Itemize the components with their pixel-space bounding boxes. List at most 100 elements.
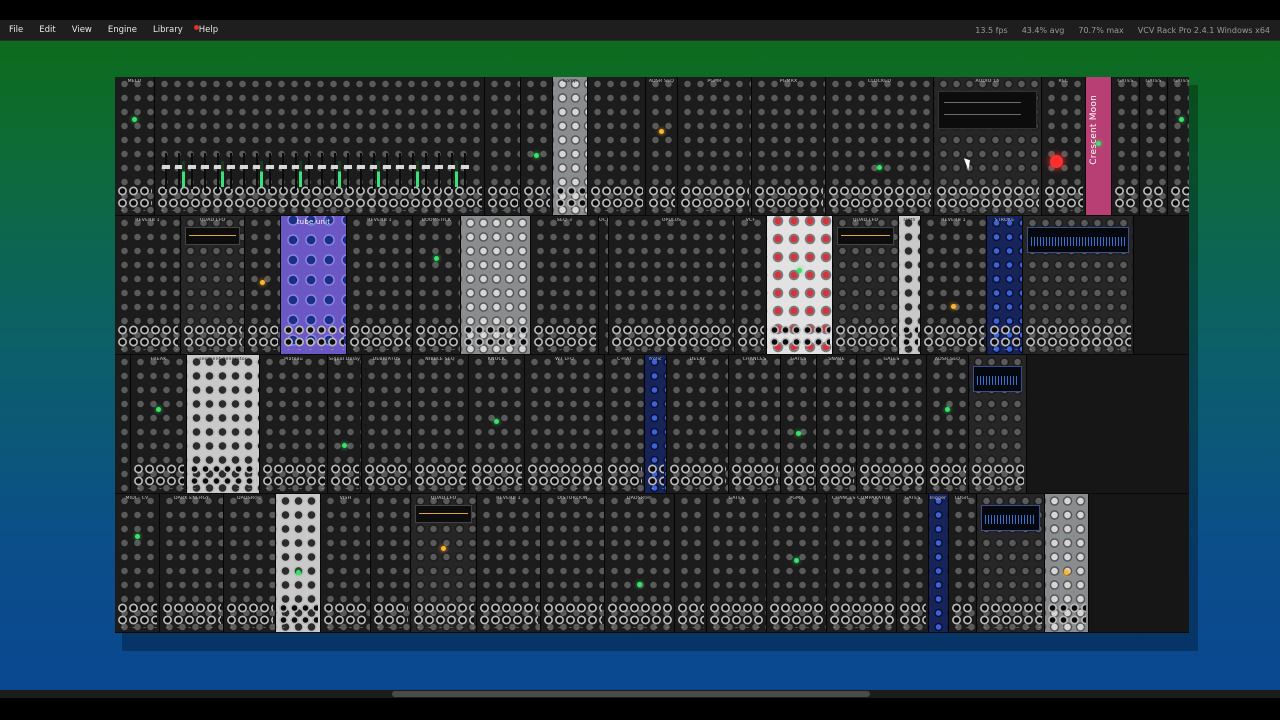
- jack-panel[interactable]: [262, 463, 325, 489]
- rack-module[interactable]: ADSR SEQ: [646, 77, 678, 215]
- jack-panel[interactable]: [769, 602, 824, 628]
- jack-panel[interactable]: [677, 602, 704, 628]
- jack-panel[interactable]: [971, 463, 1024, 489]
- rack-module[interactable]: segment generator: [187, 355, 260, 493]
- rack-module[interactable]: [276, 494, 321, 632]
- menu-help[interactable]: Help: [191, 20, 226, 41]
- rack-module[interactable]: DARK ENERGY: [160, 494, 224, 632]
- jack-panel[interactable]: [117, 602, 157, 628]
- jack-panel[interactable]: [463, 324, 528, 350]
- jack-panel[interactable]: [783, 463, 814, 489]
- jack-panel[interactable]: [989, 324, 1020, 350]
- rack-module[interactable]: C-HAT: [605, 355, 645, 493]
- jack-panel[interactable]: [647, 463, 664, 489]
- rack-module[interactable]: Plateau: [260, 355, 328, 493]
- jack-panel[interactable]: [731, 463, 778, 489]
- jack-panel[interactable]: [479, 602, 538, 628]
- rack-module[interactable]: QUAD LFO: [833, 216, 899, 354]
- jack-panel[interactable]: [979, 602, 1042, 628]
- rack-module[interactable]: QUAD LFO: [181, 216, 245, 354]
- jack-panel[interactable]: [527, 463, 602, 489]
- rack-module[interactable]: [485, 77, 521, 215]
- rack-module[interactable]: SNARE: [817, 355, 857, 493]
- jack-panel[interactable]: [709, 602, 764, 628]
- rack-module[interactable]: ADSR SEQ: [927, 355, 969, 493]
- rack-module[interactable]: CHANCES COMPARATOR: [827, 494, 897, 632]
- rack-module[interactable]: WT LFO: [525, 355, 605, 493]
- channel-fader[interactable]: [305, 153, 313, 189]
- rack-module[interactable]: LOGIC: [949, 494, 977, 632]
- rack-module[interactable]: CLOCKED: [826, 77, 934, 215]
- channel-fader[interactable]: [396, 153, 404, 189]
- rack-module[interactable]: MIDI - CV: [115, 494, 160, 632]
- jack-panel[interactable]: [133, 463, 184, 489]
- rack-module[interactable]: [115, 355, 131, 493]
- jack-panel[interactable]: [413, 602, 474, 628]
- jack-panel[interactable]: [1044, 185, 1083, 211]
- jack-panel[interactable]: [936, 185, 1039, 211]
- rack-module[interactable]: [245, 216, 281, 354]
- rack-module[interactable]: GATES: [897, 494, 929, 632]
- rack-module[interactable]: frolic: [645, 355, 667, 493]
- rack-module[interactable]: Signal Delay: [328, 355, 362, 493]
- menu-library[interactable]: Library: [145, 20, 191, 41]
- jack-panel[interactable]: [415, 324, 458, 350]
- channel-fader[interactable]: [422, 153, 430, 189]
- channel-fader[interactable]: [344, 153, 352, 189]
- channel-fader[interactable]: [279, 153, 287, 189]
- rack-module[interactable]: REVERB 1: [477, 494, 541, 632]
- jack-panel[interactable]: [754, 185, 823, 211]
- record-button[interactable]: [1050, 155, 1063, 168]
- jack-panel[interactable]: [1170, 185, 1189, 211]
- rack-module[interactable]: [977, 494, 1045, 632]
- channel-fader[interactable]: [383, 153, 391, 189]
- jack-panel[interactable]: [330, 463, 359, 489]
- channel-fader[interactable]: [357, 153, 365, 189]
- jack-panel[interactable]: [607, 602, 672, 628]
- channel-fader[interactable]: [253, 153, 261, 189]
- menu-edit[interactable]: Edit: [31, 20, 63, 41]
- rack-module[interactable]: FREAK: [131, 355, 187, 493]
- jack-panel[interactable]: [929, 463, 966, 489]
- jack-panel[interactable]: [923, 324, 984, 350]
- jack-panel[interactable]: [737, 324, 764, 350]
- rack-module[interactable]: MELD: [115, 77, 155, 215]
- rack-module[interactable]: QUAD LFO: [411, 494, 477, 632]
- menu-file[interactable]: File: [0, 20, 31, 41]
- channel-fader[interactable]: [448, 153, 456, 189]
- rack-module[interactable]: OPULUS: [609, 216, 735, 354]
- jack-panel[interactable]: [829, 602, 894, 628]
- rack-module[interactable]: PGMR: [678, 77, 752, 215]
- rack-module[interactable]: GATES: [857, 355, 927, 493]
- rack-module[interactable]: [371, 494, 411, 632]
- rack-module[interactable]: AUDIO 16: [934, 77, 1042, 215]
- rack-module[interactable]: Trigger Buffer: [929, 494, 949, 632]
- jack-panel[interactable]: [611, 324, 732, 350]
- rack-module[interactable]: [461, 216, 531, 354]
- channel-fader[interactable]: [162, 153, 170, 189]
- rack-module[interactable]: REC: [1042, 77, 1086, 215]
- jack-panel[interactable]: [901, 324, 918, 350]
- rack-canvas[interactable]: MELD Comp ADSR SEQ PGMR PGMRX CLOCKED AUDIO 16…: [0, 41, 1280, 690]
- rack-module[interactable]: REVERB 1: [115, 216, 181, 354]
- menu-engine[interactable]: Engine: [100, 20, 145, 41]
- jack-panel[interactable]: [183, 324, 242, 350]
- rack-module[interactable]: VISH: [321, 494, 371, 632]
- jack-panel[interactable]: [669, 463, 726, 489]
- rack-module[interactable]: GATES: [707, 494, 767, 632]
- rack-module[interactable]: GATES: [781, 355, 817, 493]
- jack-panel[interactable]: [590, 185, 643, 211]
- channel-fader[interactable]: [188, 153, 196, 189]
- jack-panel[interactable]: [607, 463, 642, 489]
- rack-module[interactable]: DADSR(H): [605, 494, 675, 632]
- channel-fader[interactable]: [227, 153, 235, 189]
- jack-panel[interactable]: [364, 463, 409, 489]
- rack-module[interactable]: CHANCES: [729, 355, 781, 493]
- rack-module[interactable]: Crescent Moon: [1086, 77, 1112, 215]
- rack-module[interactable]: REVERB 1: [921, 216, 987, 354]
- jack-panel[interactable]: [487, 185, 518, 211]
- channel-fader[interactable]: [331, 153, 339, 189]
- jack-panel[interactable]: [819, 463, 854, 489]
- rack-module[interactable]: DEBRIATUS: [362, 355, 412, 493]
- channel-fader[interactable]: [461, 153, 469, 189]
